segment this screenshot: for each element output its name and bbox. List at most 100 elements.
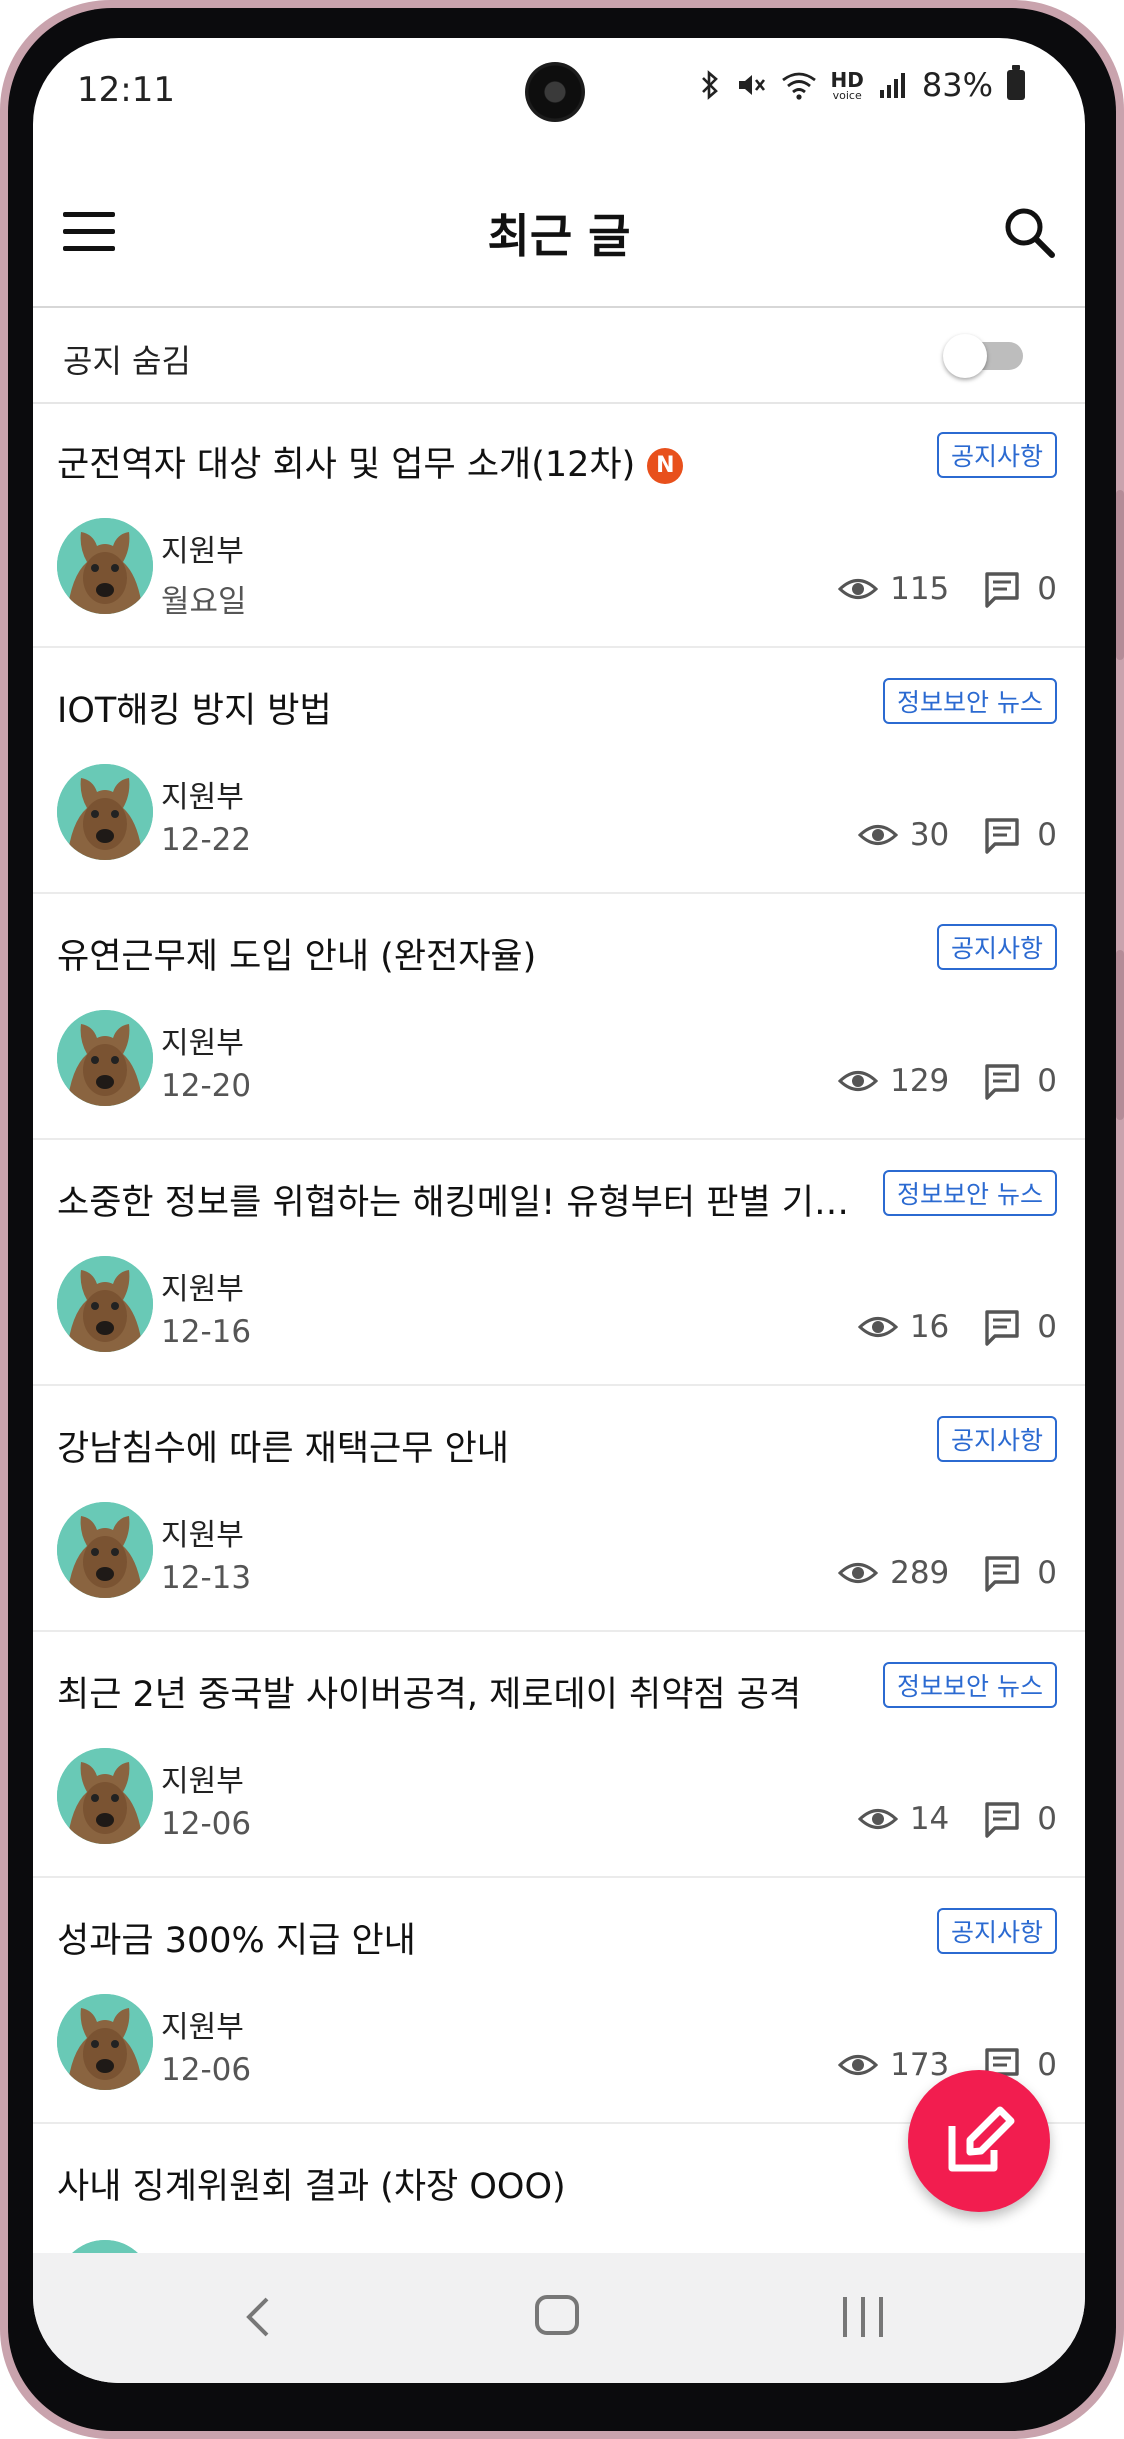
avatar xyxy=(57,518,153,614)
status-time: 12:11 xyxy=(77,70,175,110)
post-author: 지원부 xyxy=(161,1518,244,1553)
power-button xyxy=(1116,950,1124,1120)
post-item[interactable]: 최근 2년 중국발 사이버공격, 제로데이 취약점 공격 정보보안 뉴스지원부 12… xyxy=(33,1632,1085,1878)
post-title: 군전역자 대상 회사 및 업무 소개(12차) N xyxy=(57,436,857,487)
post-date: 월요일 xyxy=(161,584,247,620)
bluetooth-icon xyxy=(701,70,718,100)
signal-icon xyxy=(879,73,905,98)
voice-label: voice xyxy=(832,88,862,102)
view-count: 30 xyxy=(909,817,950,853)
home-icon[interactable] xyxy=(535,2295,579,2335)
avatar-image xyxy=(57,764,153,860)
eye-icon xyxy=(838,579,879,599)
eye-icon xyxy=(857,1809,898,1829)
comment-count: 0 xyxy=(1037,1555,1057,1591)
back-icon[interactable] xyxy=(243,2295,273,2339)
eye-icon xyxy=(838,2055,879,2075)
post-title: 최근 2년 중국발 사이버공격, 제로데이 취약점 공격 xyxy=(57,1666,857,1717)
new-badge: N xyxy=(647,448,684,484)
status-icons: HD voice 83% xyxy=(699,65,1025,104)
avatar-image xyxy=(57,518,153,614)
post-date: 12-16 xyxy=(161,1314,252,1350)
notice-hide-toggle[interactable] xyxy=(943,334,1023,378)
system-nav-bar xyxy=(33,2253,1085,2383)
comment-icon xyxy=(985,1802,1019,1838)
category-badge: 공지사항 xyxy=(936,432,1057,478)
post-title-text: 강남침수에 따른 재택근무 안내 xyxy=(57,1429,509,1469)
post-title: 강남침수에 따른 재택근무 안내 xyxy=(57,1420,857,1471)
post-author: 지원부 xyxy=(161,2010,244,2045)
post-item[interactable]: 군전역자 대상 회사 및 업무 소개(12차) N 공지사항지원부월요일 115 0 xyxy=(33,402,1085,648)
mute-icon xyxy=(738,75,765,95)
post-title-text: 사내 징계위원회 결과 (차장 OOO) xyxy=(57,2167,566,2207)
post-stats: 14 0 xyxy=(857,1800,1057,1838)
category-badge: 공지사항 xyxy=(936,1416,1057,1462)
post-title: IOT해킹 방지 방법 xyxy=(57,682,857,733)
comment-count: 0 xyxy=(1037,1063,1057,1099)
post-author: 지원부 xyxy=(161,534,244,569)
eye-icon xyxy=(838,1071,879,1091)
post-author: 지원부 xyxy=(161,1026,244,1061)
view-count: 16 xyxy=(909,1309,950,1345)
post-stats: 16 0 xyxy=(857,1308,1057,1346)
post-item[interactable]: 강남침수에 따른 재택근무 안내 공지사항지원부 12-13 289 0 xyxy=(33,1386,1085,1632)
category-badge: 정보보안 뉴스 xyxy=(883,1662,1057,1708)
avatar xyxy=(57,1010,153,1106)
view-count: 289 xyxy=(890,1555,950,1591)
post-item[interactable]: IOT해킹 방지 방법 정보보안 뉴스 지원부 12-22 30 0 xyxy=(33,648,1085,894)
write-post-button[interactable] xyxy=(908,2070,1050,2212)
comment-icon xyxy=(985,1556,1019,1592)
wifi-icon xyxy=(781,72,816,100)
comment-icon xyxy=(985,818,1019,854)
post-title-text: IOT해킹 방지 방법 xyxy=(57,691,332,731)
status-bar: 12:11 HD voice 83% xyxy=(33,38,1085,136)
comment-icon xyxy=(985,1310,1019,1346)
search-icon[interactable] xyxy=(1001,204,1057,260)
post-title: 소중한 정보를 위협하는 해킹메일! 유형부터 판별 기준 ... xyxy=(57,1174,857,1225)
app-bar: 최근 글 xyxy=(33,136,1085,308)
post-author: 지원부 xyxy=(161,1272,244,1307)
front-camera xyxy=(525,62,585,122)
comment-count: 0 xyxy=(1037,1801,1057,1837)
category-badge: 정보보안 뉴스 xyxy=(883,678,1057,724)
view-count: 14 xyxy=(909,1801,950,1837)
hd-voice-indicator: HD voice xyxy=(831,70,864,101)
notice-hide-label: 공지 숨김 xyxy=(63,342,191,380)
post-date: 12-13 xyxy=(161,1560,252,1596)
avatar xyxy=(57,1994,153,2090)
battery-percent: 83% xyxy=(921,66,993,104)
post-date: 12-06 xyxy=(161,1806,252,1842)
view-count: 129 xyxy=(890,1063,950,1099)
view-count: 115 xyxy=(890,571,950,607)
comment-icon xyxy=(985,1064,1019,1100)
category-badge: 공지사항 xyxy=(936,1908,1057,1954)
eye-icon xyxy=(838,1563,879,1583)
screen: 12:11 HD voice 83% 최근 글 공지 숨김 군전역자 대상 회사… xyxy=(33,38,1085,2383)
battery-icon xyxy=(1007,65,1025,100)
comment-count: 0 xyxy=(1037,1309,1057,1345)
post-date: 12-20 xyxy=(161,1068,252,1104)
comment-count: 0 xyxy=(1037,571,1057,607)
avatar xyxy=(57,764,153,860)
avatar xyxy=(57,1748,153,1844)
comment-count: 0 xyxy=(1037,817,1057,853)
post-title-text: 군전역자 대상 회사 및 업무 소개(12차) xyxy=(57,445,636,485)
avatar-image xyxy=(57,1748,153,1844)
post-stats: 115 0 xyxy=(838,570,1057,608)
post-title: 사내 징계위원회 결과 (차장 OOO) xyxy=(57,2158,857,2209)
post-stats: 289 0 xyxy=(838,1554,1057,1592)
post-title-text: 성과금 300% 지급 안내 xyxy=(57,1921,416,1961)
post-date: 12-22 xyxy=(161,822,252,858)
post-item[interactable]: 유연근무제 도입 안내 (완전자율) 공지사항 지원부 12-20 129 0 xyxy=(33,894,1085,1140)
post-stats: 30 0 xyxy=(857,816,1057,854)
notice-hide-row: 공지 숨김 xyxy=(33,306,1085,404)
post-date: 12-06 xyxy=(161,2052,252,2088)
volume-button xyxy=(1116,490,1124,660)
post-author: 지원부 xyxy=(161,1764,244,1799)
post-stats: 129 0 xyxy=(838,1062,1057,1100)
recent-apps-icon[interactable] xyxy=(843,2297,887,2337)
post-item[interactable]: 소중한 정보를 위협하는 해킹메일! 유형부터 판별 기준 ... 정보보안 뉴스… xyxy=(33,1140,1085,1386)
eye-icon xyxy=(857,825,898,845)
category-badge: 정보보안 뉴스 xyxy=(883,1170,1057,1216)
avatar xyxy=(57,1256,153,1352)
